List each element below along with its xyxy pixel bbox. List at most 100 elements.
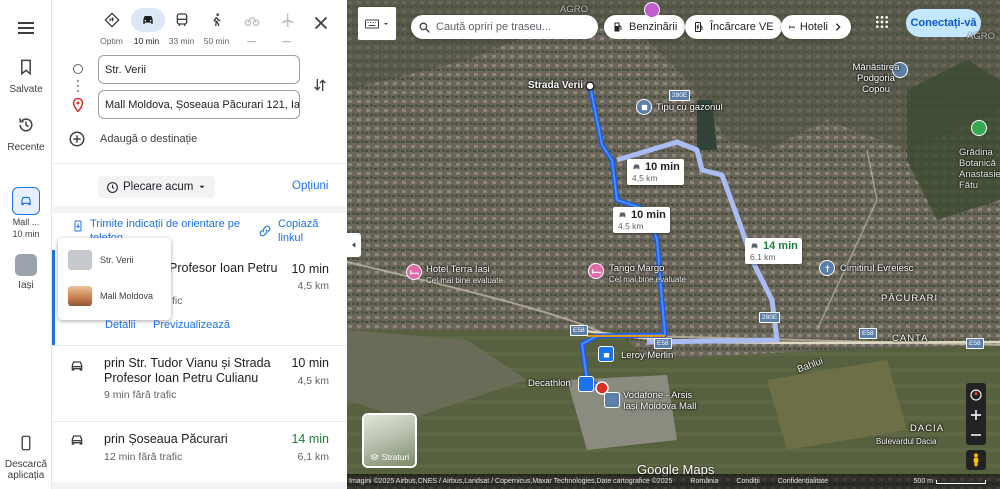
terms-link[interactable]: Condiții bbox=[736, 478, 759, 485]
chip-gas-stations[interactable]: Benzinării bbox=[604, 15, 686, 39]
poi-decathlon-marker[interactable] bbox=[578, 376, 594, 392]
zoom-out-icon[interactable] bbox=[966, 425, 986, 445]
route-2-title: prin Str. Tudor Vianu și Strada Profesor… bbox=[104, 356, 271, 385]
copy-link-button[interactable]: Copiază linkul bbox=[258, 217, 328, 245]
callout-2-dist: 4,5 km bbox=[618, 221, 644, 231]
depart-time-dropdown[interactable]: Plecare acum bbox=[98, 176, 216, 198]
chip-hotels[interactable]: Hoteli bbox=[781, 15, 851, 39]
add-destination-label: Adaugă o destinație bbox=[100, 133, 198, 145]
zoom-in-icon[interactable] bbox=[966, 405, 986, 425]
route-dot bbox=[77, 90, 79, 92]
mode-flight[interactable]: — bbox=[271, 8, 302, 46]
road-shield: E58 bbox=[859, 328, 877, 339]
mode-car[interactable]: 10 min bbox=[131, 8, 165, 46]
hotel-bed-icon bbox=[591, 268, 601, 274]
options-button[interactable]: Opțiuni bbox=[292, 180, 328, 192]
route-1-time: 10 min bbox=[291, 262, 329, 276]
waypoint-popup: Str. Verii Mall Moldova bbox=[58, 238, 171, 320]
privacy-link[interactable]: Confidențialitate bbox=[778, 478, 828, 485]
apps-grid-icon[interactable] bbox=[874, 14, 890, 30]
rail-route-dest: Mall ... bbox=[12, 217, 40, 227]
pegman-icon bbox=[973, 453, 979, 467]
scale-bar[interactable]: 500 m bbox=[914, 478, 1000, 485]
car-icon bbox=[21, 196, 31, 206]
origin-input[interactable]: Str. Verii bbox=[98, 55, 300, 84]
popup-item-origin[interactable]: Str. Verii bbox=[68, 250, 134, 270]
map-view[interactable]: Caută opriri pe traseu... Benzinării Înc… bbox=[347, 0, 1000, 489]
history-icon bbox=[19, 118, 33, 132]
mode-walk[interactable]: 50 min bbox=[201, 8, 232, 46]
compass-icon[interactable] bbox=[966, 385, 986, 405]
chevron-right-icon[interactable] bbox=[833, 22, 843, 32]
origin-value: Str. Verii bbox=[105, 63, 146, 76]
popup-origin-label: Str. Verii bbox=[100, 255, 134, 265]
ev-charging-icon bbox=[695, 22, 703, 32]
poi-garden-marker[interactable] bbox=[971, 120, 987, 136]
mode-transit-label: 33 min bbox=[168, 36, 195, 46]
route-3-title: prin Șoseaua Păcurari bbox=[104, 432, 228, 446]
destination-input[interactable]: Mall Moldova, Șoseaua Păcurari 121, Iași bbox=[98, 90, 300, 119]
rail-directions-mode[interactable] bbox=[12, 187, 40, 215]
route-option-2[interactable]: prin Str. Tudor Vianu și Strada Profesor… bbox=[52, 346, 347, 421]
road-shield: 280E bbox=[759, 312, 781, 323]
road-shield: 280E bbox=[669, 90, 691, 101]
poi-tipu-marker[interactable] bbox=[636, 99, 652, 115]
car-icon bbox=[143, 16, 153, 24]
origin-circle-icon bbox=[73, 64, 83, 74]
mode-bike-label: — bbox=[247, 36, 256, 46]
route-1-details-link[interactable]: Detalii bbox=[105, 319, 136, 331]
car-icon bbox=[71, 435, 83, 445]
region-link[interactable]: România bbox=[690, 478, 718, 485]
sign-in-label: Conectați-vă bbox=[910, 17, 977, 29]
route-callout-3[interactable]: 14 min 6,1 km bbox=[745, 238, 802, 264]
depart-label: Plecare acum bbox=[123, 181, 194, 193]
poi-mall-marker[interactable] bbox=[604, 392, 620, 408]
poi-leroy-marker[interactable] bbox=[598, 346, 614, 362]
chip-ev-charging[interactable]: Încărcare VE bbox=[685, 15, 782, 39]
label-vodafone: Vodafone - Arsis bbox=[623, 390, 693, 401]
mode-best-label: Optim bbox=[100, 36, 123, 46]
route-2-time: 10 min bbox=[291, 356, 329, 370]
route-callout-2[interactable]: 10 min 4,5 km bbox=[613, 207, 670, 233]
travel-modes: Optim 10 min 33 min 50 min — — bbox=[96, 8, 302, 46]
rail-city-button[interactable]: Iași bbox=[0, 254, 52, 291]
mode-transit[interactable]: 33 min bbox=[166, 8, 197, 46]
layers-button[interactable]: Straturi bbox=[362, 413, 417, 468]
recent-button[interactable]: Recente bbox=[0, 115, 52, 153]
mode-car-label: 10 min bbox=[133, 36, 160, 46]
callout-2-time: 10 min bbox=[631, 209, 666, 221]
collapse-panel-button[interactable] bbox=[347, 233, 361, 257]
mode-bike[interactable]: — bbox=[236, 8, 267, 46]
bookmark-icon bbox=[21, 59, 31, 76]
map-attribution-bar: Imagini ©2025 Airbus,CNES / Airbus,Lands… bbox=[347, 474, 1000, 489]
city-label: Iași bbox=[18, 280, 34, 291]
section-band bbox=[52, 206, 347, 213]
poi-top-marker[interactable] bbox=[644, 2, 660, 18]
route-1-title: Profesor Ioan Petru bbox=[169, 261, 278, 275]
chip-gas-stations-label: Benzinării bbox=[629, 21, 678, 33]
label-leroy: Leroy Merlin bbox=[621, 350, 674, 361]
search-along-route-input[interactable]: Caută opriri pe traseu... bbox=[411, 15, 598, 39]
route-callout-1[interactable]: 10 min 4,5 km bbox=[627, 159, 684, 185]
mode-best[interactable]: Optim bbox=[96, 8, 127, 46]
saved-button[interactable]: Salvate bbox=[0, 57, 52, 95]
poi-hotel-marker[interactable] bbox=[406, 264, 422, 280]
route-1-preview-link[interactable]: Previzualizează bbox=[153, 319, 230, 331]
add-destination-button[interactable]: Adaugă o destinație bbox=[68, 130, 197, 148]
poi-tango-marker[interactable] bbox=[588, 263, 604, 279]
label-pacurari: PĂCURARI bbox=[881, 293, 939, 304]
menu-button[interactable] bbox=[0, 16, 52, 43]
download-app-button[interactable]: Descarcă aplicația bbox=[0, 434, 52, 481]
destination-value: Mall Moldova, Șoseaua Păcurari 121, Iași bbox=[105, 98, 300, 111]
popup-item-destination[interactable]: Mall Moldova bbox=[68, 286, 153, 306]
label-gradina: Grădina Botanică Anastasie Fătu bbox=[959, 147, 1000, 191]
route-3-sub: 12 min fără trafic bbox=[104, 451, 183, 463]
swap-icon[interactable] bbox=[312, 76, 328, 94]
input-tools-button[interactable] bbox=[358, 7, 396, 40]
shop-bag-icon bbox=[603, 352, 609, 357]
label-hotel-terra: Hotel Terra Iași bbox=[426, 264, 490, 275]
close-icon[interactable] bbox=[310, 12, 332, 34]
poi-cemetery-marker[interactable] bbox=[819, 260, 835, 276]
street-view-pegman[interactable] bbox=[966, 450, 986, 470]
route-option-3[interactable]: prin Șoseaua Păcurari 12 min fără trafic… bbox=[52, 422, 347, 482]
